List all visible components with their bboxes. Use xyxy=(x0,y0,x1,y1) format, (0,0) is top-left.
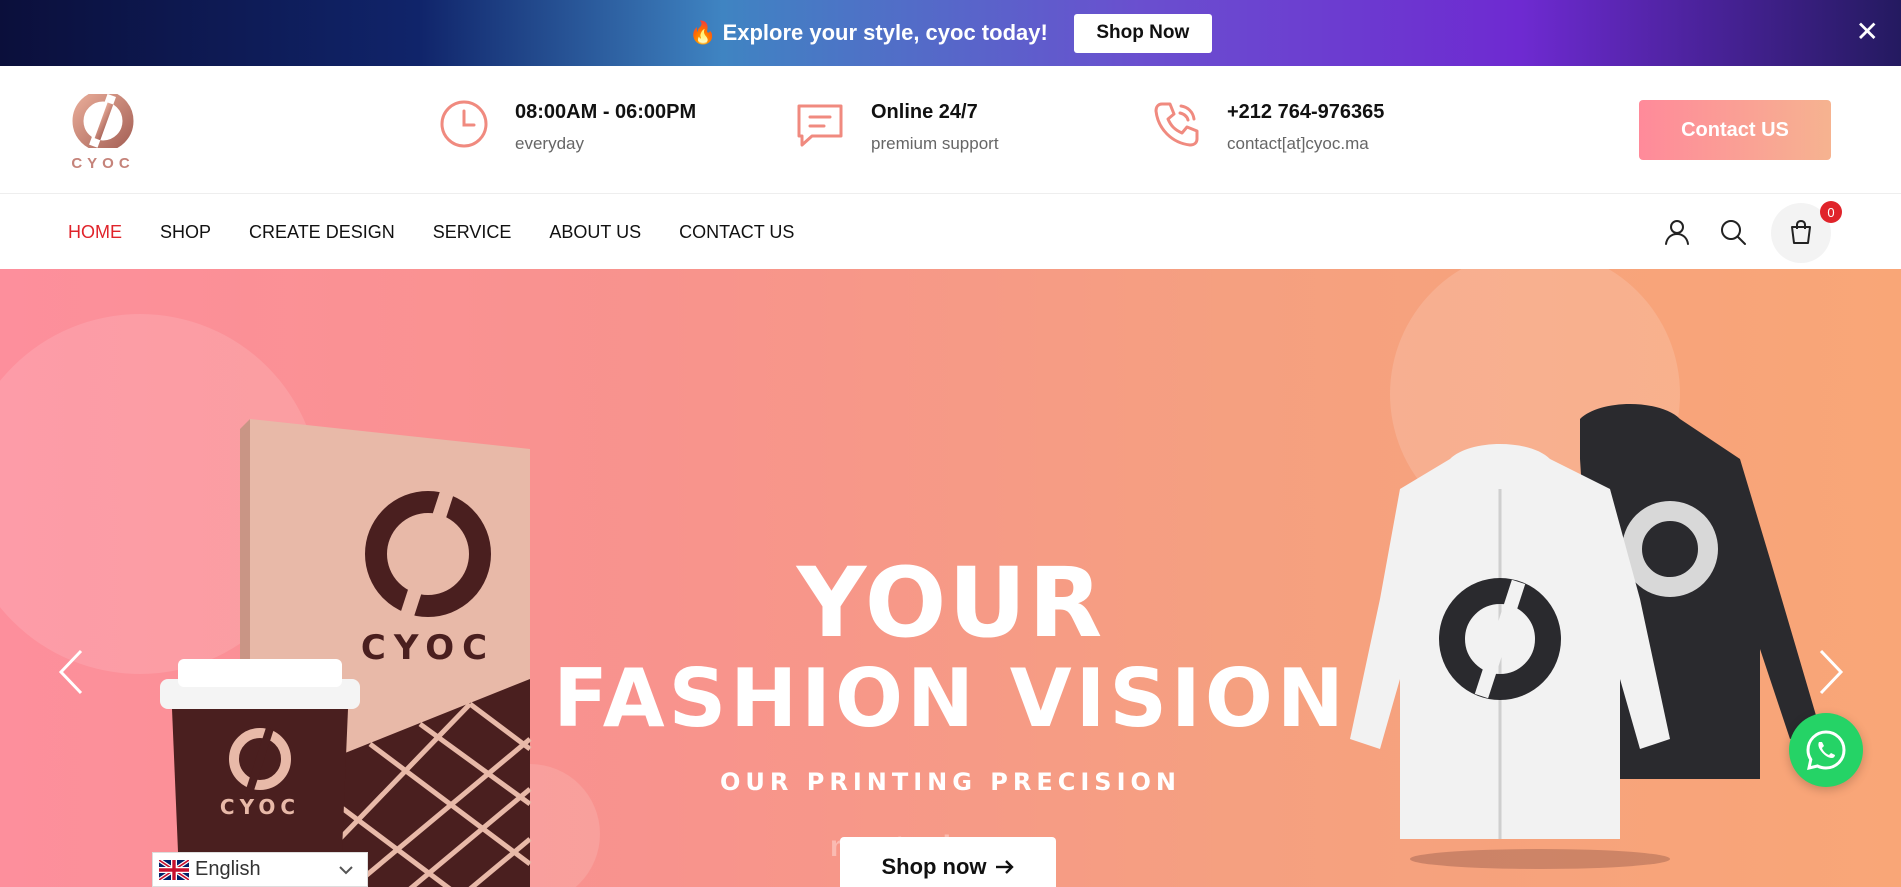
whatsapp-icon xyxy=(1806,730,1846,771)
hero-slider: CYOC CYOC YOUR FASHION VISION OUR PRINTI… xyxy=(0,269,1901,887)
nav-links: HOME SHOP CREATE DESIGN SERVICE ABOUT US… xyxy=(68,222,794,243)
chevron-down-icon xyxy=(339,866,353,875)
chevron-right-icon[interactable] xyxy=(1815,647,1847,697)
cup-brand-text: CYOC xyxy=(220,795,300,819)
hero-title-line2: FASHION VISION xyxy=(553,652,1348,745)
promo-bar: 🔥 Explore your style, cyoc today! Shop N… xyxy=(0,0,1901,66)
flame-icon: 🔥 xyxy=(689,20,717,45)
nav-item-shop[interactable]: SHOP xyxy=(160,222,211,243)
search-icon[interactable] xyxy=(1718,217,1748,247)
online-sub: premium support xyxy=(871,134,999,153)
nav-item-service[interactable]: SERVICE xyxy=(433,222,512,243)
phone-info: +212 764-976365 contact[at]cyoc.ma xyxy=(1150,98,1384,154)
email-sub: contact[at]cyoc.ma xyxy=(1227,134,1369,153)
hero-title-line1: YOUR xyxy=(796,547,1105,659)
hero-subtitle: OUR PRINTING PRECISION xyxy=(720,768,1181,796)
promo-shop-now-button[interactable]: Shop Now xyxy=(1073,13,1212,53)
phone-icon xyxy=(1154,102,1199,147)
nav-item-create-design[interactable]: CREATE DESIGN xyxy=(249,222,395,243)
whatsapp-button[interactable] xyxy=(1789,713,1863,787)
page: 🔥 Explore your style, cyoc today! Shop N… xyxy=(0,0,1901,887)
hours-info: 08:00AM - 06:00PM everyday xyxy=(438,98,696,154)
cart-count-badge: 0 xyxy=(1820,201,1842,223)
site-logo[interactable]: CYOC xyxy=(67,90,139,172)
contact-us-button[interactable]: Contact US xyxy=(1639,100,1831,160)
phone-title: +212 764-976365 xyxy=(1227,101,1385,123)
clock-icon xyxy=(440,100,488,148)
logo-text: CYOC xyxy=(71,155,135,172)
nav-item-home[interactable]: HOME xyxy=(68,222,122,243)
language-label: English xyxy=(195,858,261,880)
language-selector[interactable]: English xyxy=(152,852,368,887)
uk-flag-icon xyxy=(159,859,189,880)
info-header: CYOC 08:00AM - 06:00PM everyday Online 2… xyxy=(0,66,1901,194)
watermark-text: mostaql.com xyxy=(830,830,1027,863)
nav-item-contact-us[interactable]: CONTACT US xyxy=(679,222,794,243)
promo-text: Explore your style, cyoc today! xyxy=(722,20,1048,45)
close-icon[interactable]: ✕ xyxy=(1856,18,1879,46)
online-info: Online 24/7 premium support xyxy=(794,98,999,154)
promo-message: 🔥 Explore your style, cyoc today! xyxy=(689,20,1048,46)
hours-sub: everyday xyxy=(515,134,584,153)
nav-item-about-us[interactable]: ABOUT US xyxy=(549,222,641,243)
hours-title: 08:00AM - 06:00PM xyxy=(515,101,697,123)
chat-icon xyxy=(797,104,843,147)
chevron-left-icon[interactable] xyxy=(55,647,87,697)
user-icon[interactable] xyxy=(1662,217,1692,247)
online-title: Online 24/7 xyxy=(871,101,978,123)
logo-mark-icon xyxy=(72,90,134,152)
shopping-bag-icon xyxy=(1791,219,1811,244)
main-nav: HOME SHOP CREATE DESIGN SERVICE ABOUT US… xyxy=(0,195,1901,269)
